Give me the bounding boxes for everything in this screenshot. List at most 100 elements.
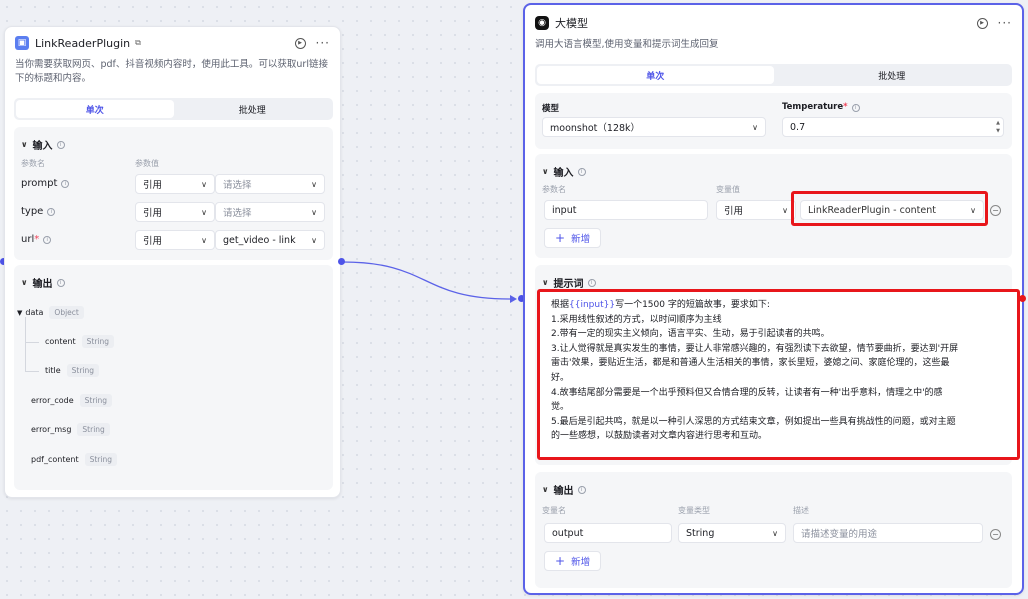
left-input-section: ∨ 输入 i 参数名 参数值 prompt i 引用 ∨ 请选择 ∨ type i 引用… bbox=[14, 127, 333, 260]
param-url-mode-select[interactable]: 引用 ∨ bbox=[135, 230, 215, 250]
add-input-button[interactable]: + 新增 bbox=[544, 228, 602, 248]
param-prompt-label: prompt i bbox=[21, 178, 70, 189]
model-settings-section: 模型 moonshot（128k） ∨ Temperature* i 0.7 ▲ ▼ bbox=[535, 93, 1012, 149]
right-node-description: 调用大语言模型,使用变量和提示词生成回复 bbox=[535, 39, 719, 50]
param-prompt-value-select[interactable]: 请选择 ∨ bbox=[215, 174, 325, 194]
tab-single[interactable]: 单次 bbox=[16, 100, 174, 118]
llm-node[interactable]: ◉ 大模型 ▶ ··· 调用大语言模型,使用变量和提示词生成回复 单次 批处理 … bbox=[523, 3, 1026, 595]
left-node-output-port[interactable] bbox=[338, 258, 345, 265]
prompt-line: 雷击'效果，要贴近生活，都是和普通人生活相关的事情，家长里短，婆媳之间、家庭伦理… bbox=[551, 358, 950, 369]
chevron-down-icon[interactable]: ∨ bbox=[542, 485, 549, 494]
tab-batch[interactable]: 批处理 bbox=[174, 100, 332, 118]
input-section-title: 输入 bbox=[32, 141, 53, 152]
info-icon: i bbox=[56, 278, 65, 287]
output-field-data: ▼ data Object bbox=[17, 306, 84, 319]
chevron-down-icon: ∨ bbox=[752, 122, 758, 132]
chevron-down-icon: ∨ bbox=[201, 179, 207, 189]
output-field-title: title String bbox=[45, 364, 100, 377]
temperature-stepper-icon[interactable]: ▲ ▼ bbox=[994, 120, 1002, 134]
param-type-label: type i bbox=[21, 206, 56, 217]
input-param-name-field[interactable]: input bbox=[544, 200, 708, 220]
col-var-type: 变量类型 bbox=[678, 506, 710, 515]
prompt-line: 3.让人觉得就是真实发生的事情，要让人非常感兴趣的，有强烈读下去欲望，情节要曲折… bbox=[551, 343, 959, 354]
prompt-line: 2.带有一定的现实主义倾向，语言平实、生动，易于引起读者的共鸣。 bbox=[551, 329, 830, 340]
prompt-line: 4.故事结尾部分需要是一个出乎预料但又合情合理的反转，让读者有一种'出乎意料，情… bbox=[551, 387, 943, 398]
chevron-down-icon: ∨ bbox=[772, 528, 778, 538]
col-description: 描述 bbox=[793, 506, 809, 515]
input-section-title: 输入 bbox=[553, 168, 574, 179]
plus-icon: + bbox=[555, 554, 566, 568]
right-output-section: ∨ 输出 i 变量名 变量类型 描述 output String ∨ 请描述变量的… bbox=[535, 472, 1012, 588]
prompt-variable: {{input}} bbox=[569, 300, 616, 310]
right-node-title: 大模型 bbox=[555, 17, 588, 30]
prompt-highlight-marker bbox=[1019, 295, 1026, 302]
prompt-line: 5.最后是引起共鸣，就是以一种引人深思的方式结束文章，例如提出一些具有挑战性的问… bbox=[551, 416, 956, 427]
copy-icon[interactable]: ⧉ bbox=[135, 38, 141, 48]
tab-single[interactable]: 单次 bbox=[537, 66, 774, 84]
info-icon: i bbox=[47, 207, 56, 216]
info-icon: i bbox=[43, 235, 52, 244]
param-url-label: url * i bbox=[21, 234, 52, 245]
input-mode-select[interactable]: 引用 ∨ bbox=[716, 200, 796, 220]
prompt-text[interactable]: 根据{{input}}写一个1500 字的短篇故事，要求如下: 1.采用线性叙述… bbox=[551, 298, 1011, 444]
output-field-error-msg: error_msg String bbox=[31, 423, 110, 436]
info-icon: i bbox=[587, 278, 596, 287]
output-var-name-field[interactable]: output bbox=[544, 523, 672, 543]
caret-down-icon: ▼ bbox=[17, 308, 23, 317]
run-icon[interactable]: ▶ bbox=[294, 37, 306, 49]
prompt-line: 好。 bbox=[551, 372, 570, 383]
info-icon: i bbox=[851, 103, 860, 112]
remove-icon[interactable]: − bbox=[990, 529, 1001, 540]
temperature-label: Temperature* i bbox=[782, 102, 860, 112]
left-output-section: ∨ 输出 i ▼ data Object content String title St… bbox=[14, 265, 333, 490]
output-var-type-select[interactable]: String ∨ bbox=[678, 523, 786, 543]
output-field-error-code: error_code String bbox=[31, 394, 113, 407]
temperature-input[interactable]: 0.7 bbox=[782, 117, 1004, 137]
chevron-down-icon[interactable]: ∨ bbox=[21, 278, 28, 287]
plugin-icon: ▣ bbox=[15, 36, 29, 50]
remove-icon[interactable]: − bbox=[990, 205, 1001, 216]
chevron-down-icon[interactable]: ∨ bbox=[542, 278, 549, 287]
run-icon[interactable]: ▶ bbox=[976, 17, 988, 29]
left-node-title: LinkReaderPlugin bbox=[35, 36, 131, 50]
left-node-header: ▣ LinkReaderPlugin ⧉ ▶ ··· bbox=[15, 36, 330, 50]
highlight-input-value bbox=[791, 191, 988, 226]
left-mode-tabs: 单次 批处理 bbox=[14, 98, 333, 120]
chevron-down-icon: ∨ bbox=[311, 179, 317, 189]
output-field-content: content String bbox=[45, 335, 115, 348]
col-param-name: 参数名 bbox=[542, 185, 566, 194]
prompt-line: 觉。 bbox=[551, 402, 570, 413]
model-icon: ◉ bbox=[535, 16, 549, 30]
info-icon: i bbox=[56, 140, 65, 149]
link-reader-plugin-node[interactable]: ▣ LinkReaderPlugin ⧉ ▶ ··· 当你需要获取网页、pdf、… bbox=[4, 26, 341, 498]
prompt-line: 1.采用线性叙述的方式，以时间顺序为主线 bbox=[551, 314, 722, 325]
output-section-title: 输出 bbox=[553, 486, 574, 497]
chevron-down-icon[interactable]: ∨ bbox=[542, 167, 549, 176]
info-icon: i bbox=[577, 485, 586, 494]
output-description-input[interactable]: 请描述变量的用途 bbox=[793, 523, 983, 543]
chevron-down-icon[interactable]: ∨ bbox=[21, 140, 28, 149]
chevron-down-icon: ∨ bbox=[201, 235, 207, 245]
plus-icon: + bbox=[555, 231, 566, 245]
right-mode-tabs: 单次 批处理 bbox=[535, 64, 1012, 86]
left-node-description: 当你需要获取网页、pdf、抖音视频内容时，使用此工具。可以获取url链接下的标题… bbox=[15, 59, 328, 84]
col-param-value: 参数值 bbox=[135, 159, 159, 168]
model-select[interactable]: moonshot（128k） ∨ bbox=[542, 117, 766, 137]
output-field-pdf-content: pdf_content String bbox=[31, 453, 117, 466]
param-type-value-select[interactable]: 请选择 ∨ bbox=[215, 202, 325, 222]
param-type-mode-select[interactable]: 引用 ∨ bbox=[135, 202, 215, 222]
output-section-title: 输出 bbox=[32, 279, 53, 290]
col-var-name: 变量名 bbox=[542, 506, 566, 515]
chevron-down-icon: ∨ bbox=[201, 207, 207, 217]
col-variable-value: 变量值 bbox=[716, 185, 740, 194]
prompt-line-first: 根据{{input}}写一个1500 字的短篇故事，要求如下: bbox=[551, 300, 770, 310]
info-icon: i bbox=[61, 179, 70, 188]
param-url-value-select[interactable]: get_video - link ∨ bbox=[215, 230, 325, 250]
param-prompt-mode-select[interactable]: 引用 ∨ bbox=[135, 174, 215, 194]
info-icon: i bbox=[577, 167, 586, 176]
add-output-button[interactable]: + 新增 bbox=[544, 551, 602, 571]
more-icon[interactable]: ··· bbox=[316, 36, 330, 50]
tab-batch[interactable]: 批处理 bbox=[774, 66, 1011, 84]
chevron-down-icon: ∨ bbox=[782, 205, 788, 215]
more-icon[interactable]: ··· bbox=[998, 16, 1012, 30]
